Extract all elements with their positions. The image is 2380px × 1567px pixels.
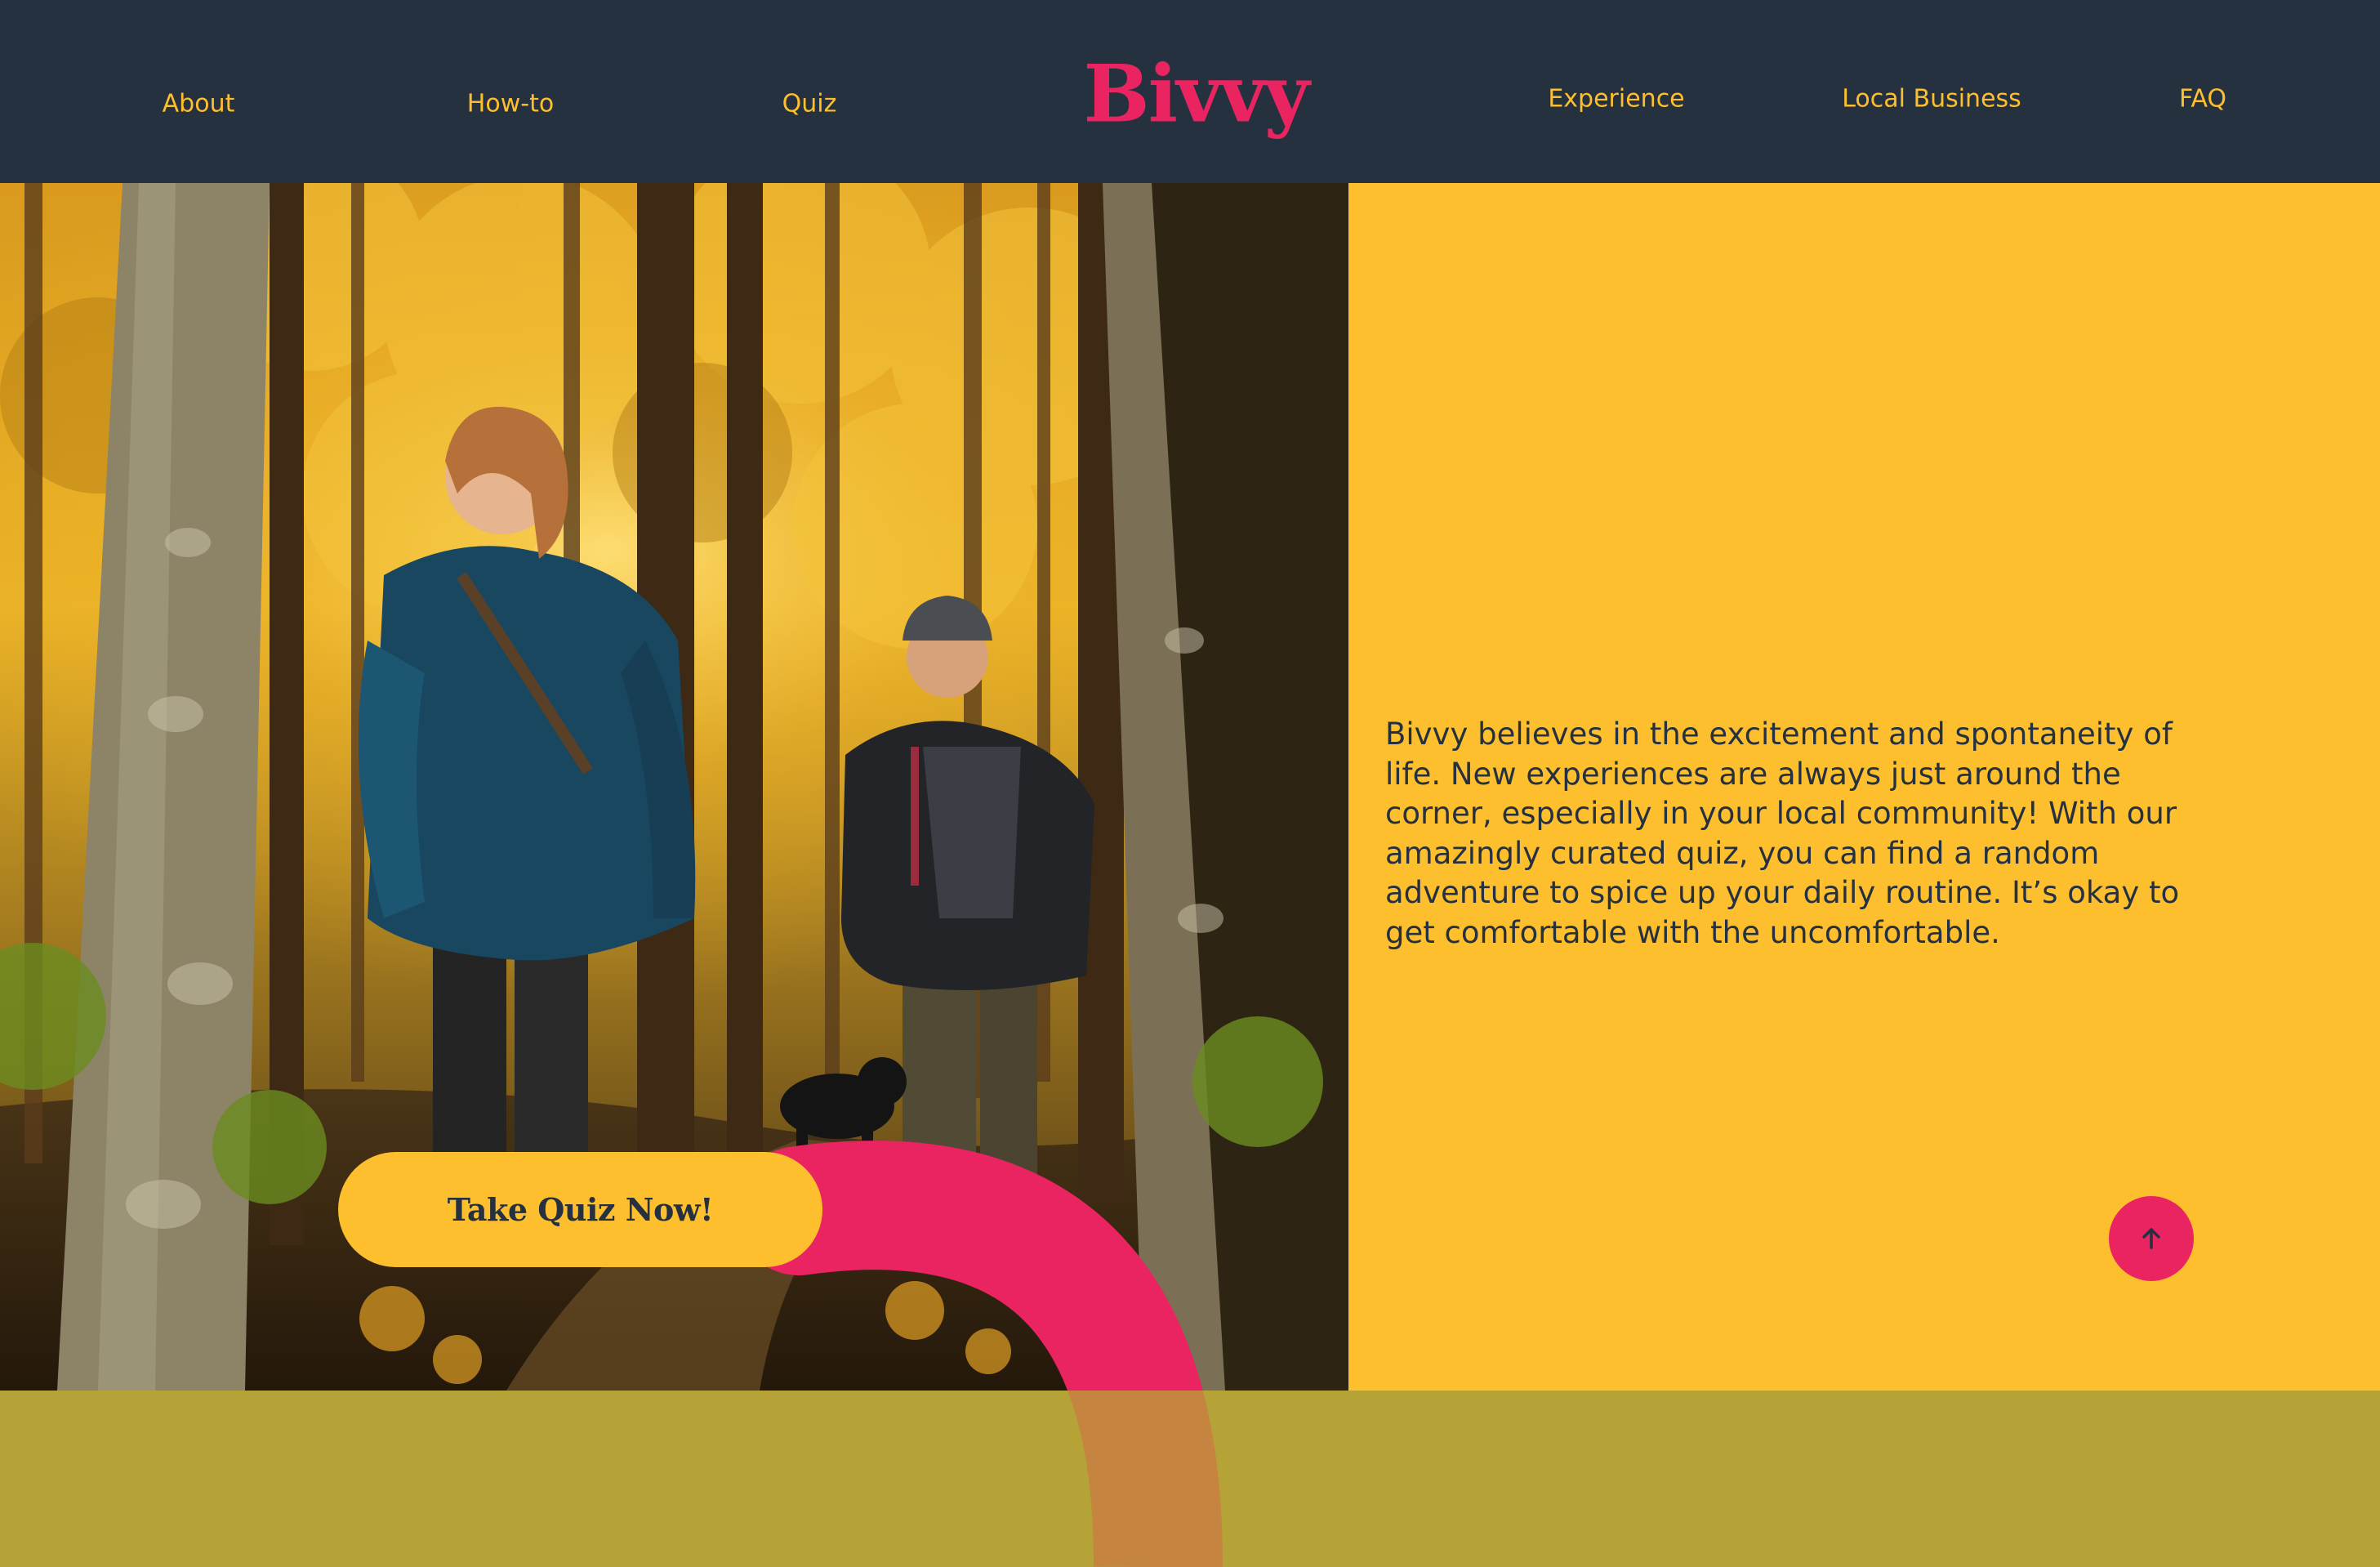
nav-link-quiz[interactable]: Quiz <box>782 90 837 118</box>
bottom-band <box>0 1391 2380 1567</box>
scroll-to-top-button[interactable] <box>2109 1196 2194 1281</box>
bivvy-logo[interactable]: Bivvy <box>1084 48 1310 141</box>
nav-link-how-to[interactable]: How-to <box>467 90 554 118</box>
nav-link-about[interactable]: About <box>163 90 235 118</box>
nav-link-experience[interactable]: Experience <box>1548 85 1684 114</box>
take-quiz-button[interactable]: Take Quiz Now! <box>338 1152 822 1267</box>
site-header: About How-to Quiz Bivvy Experience Local… <box>0 0 2380 183</box>
nav-link-faq[interactable]: FAQ <box>2179 85 2226 114</box>
intro-panel: Bivvy believes in the excitement and spo… <box>1348 183 2380 1391</box>
intro-paragraph: Bivvy believes in the excitement and spo… <box>1385 717 2180 950</box>
arrow-up-icon <box>2142 1228 2160 1249</box>
nav-link-local-business[interactable]: Local Business <box>1842 85 2021 114</box>
